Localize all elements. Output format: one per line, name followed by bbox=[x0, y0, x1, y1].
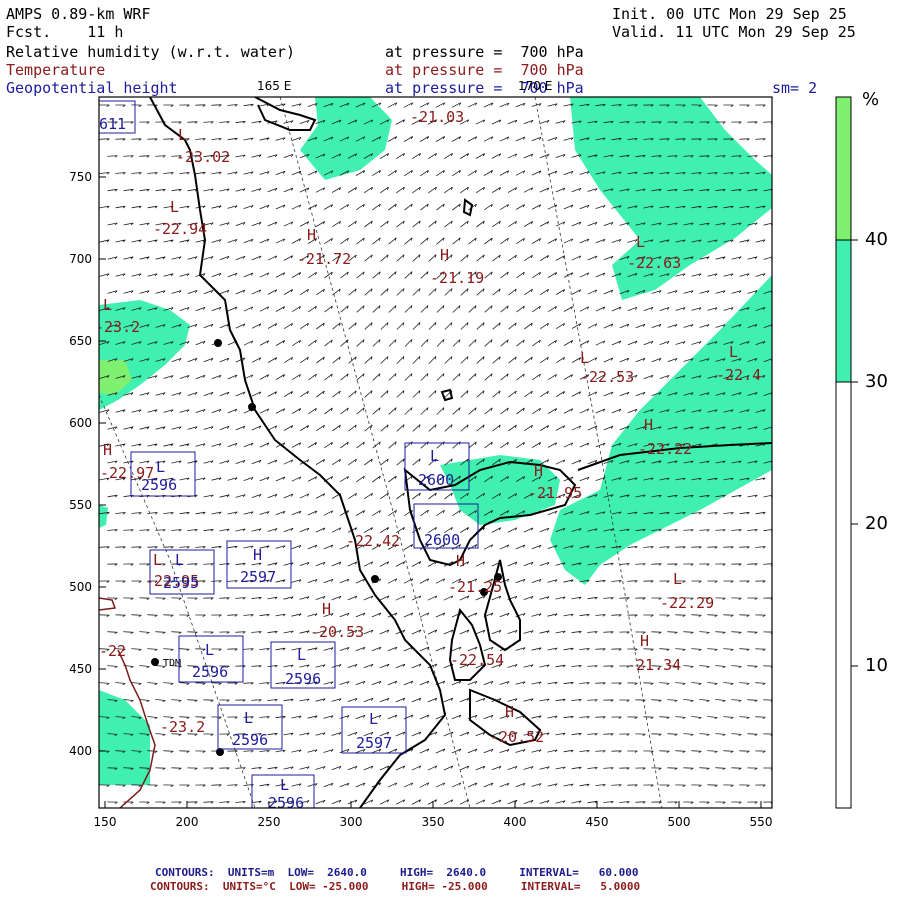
temp-label: -21.25 bbox=[448, 578, 502, 596]
temp-label: -22.29 bbox=[660, 594, 714, 612]
lon-label-165e: 165 E bbox=[257, 79, 291, 93]
height-label: 2596 bbox=[192, 663, 228, 681]
y-tick-label: 600 bbox=[69, 416, 92, 430]
x-tick-label: 250 bbox=[258, 815, 281, 829]
temp-label: -22.42 bbox=[346, 532, 400, 550]
temp-label: -22.63 bbox=[627, 254, 681, 272]
footer-height-contours: CONTOURS: UNITS=m LOW= 2640.0 HIGH= 2640… bbox=[155, 866, 639, 879]
temp-label-type: H bbox=[534, 462, 543, 480]
temp-label: -23.2 bbox=[95, 318, 140, 336]
height-label-type: L bbox=[205, 641, 214, 659]
temp-label: -22.22 bbox=[638, 440, 692, 458]
x-tick-label: 300 bbox=[340, 815, 363, 829]
temp-label: -22.4 bbox=[716, 366, 761, 384]
map-canvas: TDM L -23.02 -21.03 L -22.94 H -21.72 H … bbox=[69, 79, 858, 829]
colorbar-label-30: 30 bbox=[865, 371, 888, 392]
temp-label-type: L bbox=[170, 198, 179, 216]
colorbar-band-below30 bbox=[835, 381, 852, 809]
height-label-type: H bbox=[253, 546, 262, 564]
height-label: 2596 bbox=[141, 476, 177, 494]
temp-label: -22.94 bbox=[153, 220, 207, 238]
height-label: 611 bbox=[99, 115, 126, 133]
temp-label-type: L bbox=[729, 343, 738, 361]
temp-label-type: H bbox=[644, 416, 653, 434]
y-tick-label: 550 bbox=[69, 498, 92, 512]
y-tick-label: 450 bbox=[69, 662, 92, 676]
temp-label: -23.02 bbox=[176, 148, 230, 166]
y-tick-label: 650 bbox=[69, 334, 92, 348]
height-label-type: L bbox=[156, 458, 165, 476]
temp-label-type: H bbox=[505, 703, 514, 721]
height-label: 2597 bbox=[356, 734, 392, 752]
x-tick-label: 450 bbox=[586, 815, 609, 829]
temp-label-type: H bbox=[440, 246, 449, 264]
temp-label-type: L bbox=[636, 233, 645, 251]
x-tick-label: 500 bbox=[668, 815, 691, 829]
height-label: 2596 bbox=[285, 670, 321, 688]
temp-label: -21.34 bbox=[627, 656, 681, 674]
height-label: 2596 bbox=[268, 794, 304, 812]
y-tick-label: 750 bbox=[69, 170, 92, 184]
temp-label-type: H bbox=[640, 632, 649, 650]
height-label: 2595 bbox=[163, 574, 199, 592]
temp-label: -21.19 bbox=[430, 269, 484, 287]
x-tick-label: 200 bbox=[176, 815, 199, 829]
plot-area: TDM L -23.02 -21.03 L -22.94 H -21.72 H … bbox=[95, 97, 772, 812]
temp-label-type: L bbox=[178, 126, 187, 144]
y-tick-label: 700 bbox=[69, 252, 92, 266]
footer-temp-contours: CONTOURS: UNITS=°C LOW= -25.000 HIGH= -2… bbox=[150, 880, 641, 893]
x-tick-label: 400 bbox=[504, 815, 527, 829]
temp-label: -21.72 bbox=[297, 250, 351, 268]
station-label-tdm: TDM bbox=[163, 658, 181, 669]
height-label-type: L bbox=[280, 776, 289, 794]
colorbar-label-20: 20 bbox=[865, 513, 888, 534]
lon-label-170e: 170 E bbox=[518, 79, 552, 93]
colorbar-label-10: 10 bbox=[865, 655, 888, 676]
height-label-type: L bbox=[297, 646, 306, 664]
temp-label-type: H bbox=[307, 226, 316, 244]
temp-label: -22.53 bbox=[580, 368, 634, 386]
height-label-type: L bbox=[369, 710, 378, 728]
y-tick-label: 400 bbox=[69, 744, 92, 758]
height-label-type: L bbox=[244, 709, 253, 727]
colorbar bbox=[835, 96, 858, 809]
height-label: 2597 bbox=[240, 568, 276, 586]
x-tick-label: 350 bbox=[422, 815, 445, 829]
temp-label-type: L bbox=[103, 296, 112, 314]
colorbar-band-40plus bbox=[835, 96, 852, 241]
temp-label-type: L bbox=[580, 349, 589, 367]
y-tick-label: 500 bbox=[69, 580, 92, 594]
temp-label: -20.53 bbox=[310, 623, 364, 641]
colorbar-unit: % bbox=[862, 89, 880, 110]
temp-label-type: H bbox=[322, 600, 331, 618]
temp-label-type: L bbox=[673, 570, 682, 588]
x-tick-label: 150 bbox=[94, 815, 117, 829]
temp-label: -20.52 bbox=[490, 728, 544, 746]
temp-label-type: H bbox=[103, 441, 112, 459]
height-label: 2596 bbox=[232, 731, 268, 749]
height-label-type: L bbox=[175, 551, 184, 569]
temp-label-type: H bbox=[456, 552, 465, 570]
colorbar-band-30-40 bbox=[835, 239, 852, 383]
temp-label: -22 bbox=[99, 642, 126, 660]
temp-label: -23.2 bbox=[160, 718, 205, 736]
height-label-type: L bbox=[430, 447, 439, 465]
x-tick-label: 550 bbox=[750, 815, 773, 829]
temp-label: -21.03 bbox=[410, 108, 464, 126]
temp-label: -21.95 bbox=[528, 484, 582, 502]
colorbar-label-40: 40 bbox=[865, 229, 888, 250]
height-label: 2600 bbox=[424, 531, 460, 549]
temp-label-type: L bbox=[153, 551, 162, 569]
temp-label: -22.54 bbox=[450, 651, 504, 669]
height-label: 2600 bbox=[418, 471, 454, 489]
